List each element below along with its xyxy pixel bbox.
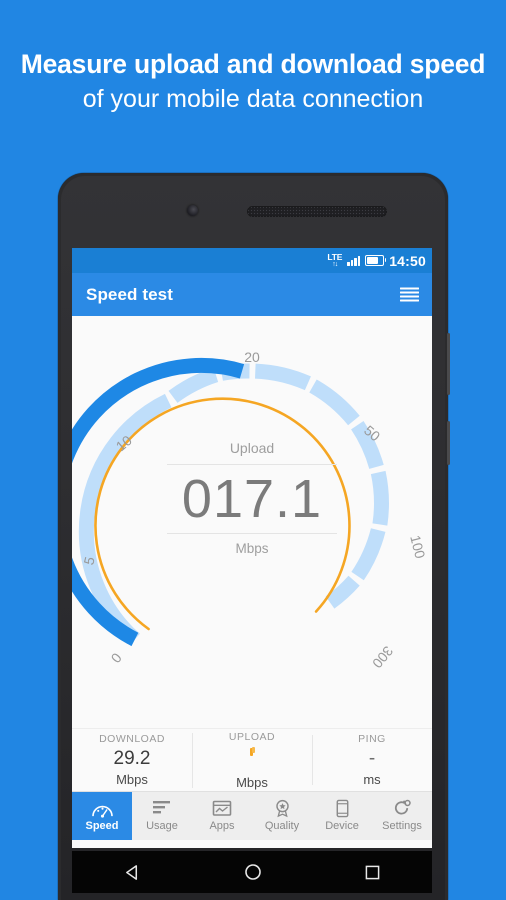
gauge-center-unit: Mbps bbox=[235, 541, 269, 556]
android-nav-bar bbox=[72, 851, 432, 893]
gear-icon bbox=[394, 799, 411, 815]
hamburger-menu-icon[interactable] bbox=[400, 287, 419, 302]
stat-upload-unit: Mbps bbox=[236, 774, 268, 790]
stat-ping-value: - bbox=[368, 748, 376, 769]
tab-speed[interactable]: Speed bbox=[72, 792, 132, 840]
tab-usage-label: Usage bbox=[146, 820, 178, 832]
tab-quality-label: Quality bbox=[264, 820, 300, 832]
speed-gauge: 0 5 10 20 50 100 300 Upload 017.1 Mbps bbox=[72, 316, 432, 728]
power-button[interactable] bbox=[447, 421, 450, 465]
tab-quality[interactable]: Quality bbox=[252, 792, 312, 840]
promo-headline: Measure upload and download speed of you… bbox=[0, 48, 506, 116]
apps-chart-icon bbox=[212, 800, 232, 816]
tab-device[interactable]: Device bbox=[312, 792, 372, 840]
home-circle-icon[interactable] bbox=[244, 863, 262, 881]
stat-download-caption: DOWNLOAD bbox=[99, 733, 165, 745]
stat-ping-caption: PING bbox=[358, 733, 386, 745]
stat-ping: PING - ms bbox=[312, 731, 432, 789]
bottom-tab-bar: Speed Usage Apps Quality Device Settings bbox=[72, 791, 432, 840]
speedometer-icon bbox=[91, 805, 113, 818]
tab-apps-label: Apps bbox=[209, 820, 235, 832]
back-triangle-icon[interactable] bbox=[124, 864, 141, 881]
volume-button[interactable] bbox=[447, 333, 450, 395]
divider-bottom bbox=[167, 533, 337, 534]
svg-text:300: 300 bbox=[369, 643, 396, 671]
tab-settings[interactable]: Settings bbox=[372, 792, 432, 840]
status-bar: LTE ↑↓ 14:50 bbox=[72, 248, 432, 273]
results-summary: DOWNLOAD 29.2 Mbps UPLOAD Mbps PING - ms bbox=[72, 728, 432, 791]
tab-settings-label: Settings bbox=[382, 820, 422, 832]
stat-ping-unit: ms bbox=[363, 772, 381, 787]
front-camera-icon bbox=[187, 205, 198, 216]
bar-list-icon bbox=[153, 801, 170, 814]
stat-upload-caption: UPLOAD bbox=[228, 730, 276, 743]
headline-line-2: of your mobile data connection bbox=[82, 85, 424, 113]
stat-download-value: 29.2 bbox=[113, 748, 151, 769]
app-toolbar: Speed test bbox=[72, 273, 432, 316]
phone-mockup: LTE ↑↓ 14:50 Speed test 0 5 10 20 50 100… bbox=[58, 173, 450, 900]
loading-spinner-icon bbox=[245, 745, 259, 767]
battery-icon bbox=[365, 254, 387, 267]
svg-text:0: 0 bbox=[108, 650, 125, 666]
svg-text:20: 20 bbox=[244, 349, 260, 365]
gauge-center-readout: Upload 017.1 Mbps bbox=[167, 438, 337, 558]
stat-upload-value bbox=[192, 745, 312, 774]
earpiece-speaker bbox=[247, 206, 387, 217]
stat-download: DOWNLOAD 29.2 Mbps bbox=[72, 731, 192, 789]
stat-download-unit: Mbps bbox=[116, 772, 148, 787]
status-bar-clock: 14:50 bbox=[389, 252, 426, 269]
tab-speed-label: Speed bbox=[85, 820, 119, 832]
award-star-icon bbox=[275, 799, 289, 818]
lte-arrows-icon: ↑↓ bbox=[332, 260, 338, 268]
tab-usage[interactable]: Usage bbox=[132, 792, 192, 840]
phone-screen: LTE ↑↓ 14:50 Speed test 0 5 10 20 50 100… bbox=[72, 248, 432, 848]
stat-upload: UPLOAD Mbps bbox=[192, 729, 312, 792]
tab-device-label: Device bbox=[325, 820, 359, 832]
lte-indicator: LTE ↑↓ bbox=[327, 253, 342, 268]
app-title: Speed test bbox=[86, 284, 173, 304]
svg-text:100: 100 bbox=[407, 534, 428, 561]
headline-line-1: Measure upload and download speed bbox=[20, 49, 486, 79]
signal-bars-icon bbox=[347, 255, 361, 266]
gauge-center-value: 017.1 bbox=[181, 469, 323, 529]
gauge-center-label: Upload bbox=[229, 440, 275, 456]
tab-apps[interactable]: Apps bbox=[192, 792, 252, 840]
phone-icon bbox=[336, 799, 348, 818]
recents-square-icon[interactable] bbox=[365, 865, 380, 880]
